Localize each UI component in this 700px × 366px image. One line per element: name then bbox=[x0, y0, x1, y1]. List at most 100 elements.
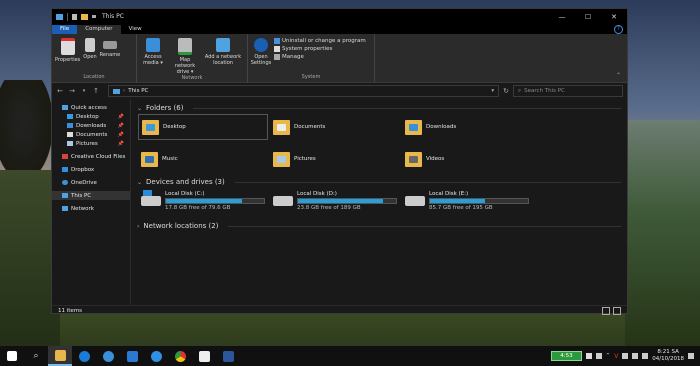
tab-file[interactable]: File bbox=[52, 25, 78, 34]
recent-locations-button[interactable]: ▾ bbox=[80, 88, 88, 94]
app-taskbar-button[interactable] bbox=[96, 346, 120, 366]
onedrive-icon bbox=[62, 180, 68, 185]
manage-button[interactable]: Manage bbox=[274, 54, 366, 60]
downloads-folder-icon bbox=[405, 119, 422, 135]
folder-qat-icon[interactable] bbox=[81, 13, 88, 20]
drive-usage-fill bbox=[430, 199, 485, 203]
nav-onedrive[interactable]: OneDrive bbox=[52, 178, 130, 187]
network-locations-section-header[interactable]: › Network locations (2) bbox=[137, 220, 621, 232]
file-explorer-icon bbox=[54, 349, 66, 361]
status-bar: 11 items bbox=[52, 305, 627, 316]
maximize-button[interactable]: ☐ bbox=[575, 9, 601, 24]
collapse-ribbon-icon[interactable]: ⌃ bbox=[616, 72, 621, 79]
document-qat-icon[interactable] bbox=[72, 13, 77, 20]
volume-icon[interactable] bbox=[642, 353, 649, 359]
drive-c[interactable]: Local Disk (C:) 17.8 GB free of 79.6 GB bbox=[138, 188, 268, 214]
file-explorer-taskbar-button[interactable] bbox=[48, 346, 72, 366]
open-settings-button[interactable]: Open Settings bbox=[251, 36, 271, 74]
explorer-body: Quick access Desktop 📌 Downloads 📌 Docum… bbox=[52, 99, 627, 305]
manage-icon bbox=[274, 54, 280, 60]
forward-button[interactable]: → bbox=[68, 87, 76, 95]
folder-desktop[interactable]: Desktop bbox=[138, 114, 268, 140]
nav-dropbox[interactable]: Dropbox bbox=[52, 165, 130, 174]
address-bar[interactable]: › This PC ▾ bbox=[108, 85, 500, 97]
section-divider bbox=[193, 107, 621, 109]
devices-section-header[interactable]: ⌄ Devices and drives (3) bbox=[137, 176, 621, 188]
tray-app-icon[interactable] bbox=[585, 353, 592, 359]
large-icons-view-icon[interactable] bbox=[613, 307, 621, 315]
details-view-icon[interactable] bbox=[602, 307, 610, 315]
nav-documents[interactable]: Documents 📌 bbox=[52, 130, 130, 139]
folder-downloads[interactable]: Downloads bbox=[402, 114, 532, 140]
nav-downloads[interactable]: Downloads 📌 bbox=[52, 121, 130, 130]
drive-usage-bar bbox=[297, 198, 397, 204]
notes-icon bbox=[198, 350, 210, 362]
chrome-taskbar-button[interactable] bbox=[168, 346, 192, 366]
back-button[interactable]: ← bbox=[56, 87, 64, 95]
drive-free-space: 17.8 GB free of 79.6 GB bbox=[165, 205, 231, 211]
nav-network[interactable]: Network bbox=[52, 204, 130, 213]
add-network-location-button[interactable]: Add a network location bbox=[204, 36, 242, 75]
notes-taskbar-button[interactable] bbox=[192, 346, 216, 366]
downloads-icon bbox=[67, 123, 73, 128]
properties-qat-icon[interactable] bbox=[56, 13, 63, 20]
rename-button[interactable]: Rename bbox=[100, 36, 120, 74]
up-button[interactable]: ↑ bbox=[92, 87, 100, 95]
show-hidden-icons[interactable]: ⌃ bbox=[606, 353, 611, 359]
map-network-drive-button[interactable]: Map network drive ▾ bbox=[169, 36, 201, 75]
desktop-icon bbox=[67, 114, 73, 119]
address-dropdown-icon[interactable]: ▾ bbox=[491, 88, 494, 94]
clock[interactable]: 8:21 SA 04/10/2018 bbox=[652, 349, 684, 363]
battery-icon[interactable] bbox=[622, 353, 629, 359]
uninstall-program-button[interactable]: Uninstall or change a program bbox=[274, 38, 366, 44]
map-network-drive-icon bbox=[178, 38, 192, 55]
folder-documents[interactable]: Documents bbox=[270, 114, 400, 140]
drive-e[interactable]: Local Disk (E:) 85.7 GB free of 195 GB bbox=[402, 188, 532, 214]
search-input[interactable]: ⌕ Search This PC bbox=[513, 85, 623, 97]
search-icon: ⌕ bbox=[518, 87, 522, 94]
word-taskbar-button[interactable] bbox=[216, 346, 240, 366]
tab-computer[interactable]: Computer bbox=[77, 25, 121, 34]
hard-drive-icon bbox=[405, 196, 425, 206]
qat-dropdown-icon[interactable] bbox=[92, 15, 96, 18]
search-button[interactable]: ⌕ bbox=[24, 346, 48, 366]
help-icon[interactable]: ? bbox=[614, 25, 623, 34]
teamviewer-taskbar-button[interactable] bbox=[72, 346, 96, 366]
nav-pictures[interactable]: Pictures 📌 bbox=[52, 139, 130, 148]
start-button[interactable] bbox=[0, 346, 24, 366]
teamviewer-icon bbox=[78, 350, 90, 362]
nav-this-pc[interactable]: This PC bbox=[52, 191, 130, 200]
tray-chat-icon[interactable] bbox=[595, 353, 602, 359]
drive-usage-fill bbox=[298, 199, 384, 203]
vc-taskbar-button[interactable] bbox=[120, 346, 144, 366]
unikey-icon[interactable]: V bbox=[614, 353, 618, 360]
chrome-icon bbox=[174, 350, 186, 362]
file-explorer-window: This PC — ☐ ✕ File Computer View ? Prope… bbox=[51, 8, 628, 316]
folder-videos[interactable]: Videos bbox=[402, 146, 532, 172]
system-properties-button[interactable]: System properties bbox=[274, 46, 366, 52]
open-button[interactable]: Open bbox=[83, 36, 97, 74]
tab-view[interactable]: View bbox=[121, 25, 150, 34]
messenger-taskbar-button[interactable] bbox=[144, 346, 168, 366]
battery-indicator[interactable]: 4:53 bbox=[551, 351, 582, 361]
folders-section-header[interactable]: ⌄ Folders (6) bbox=[137, 102, 621, 114]
network-icon[interactable] bbox=[632, 353, 639, 359]
access-media-button[interactable]: Access media ▾ bbox=[140, 36, 166, 75]
drive-free-space: 85.7 GB free of 195 GB bbox=[429, 205, 493, 211]
close-button[interactable]: ✕ bbox=[601, 9, 627, 24]
window-controls: — ☐ ✕ bbox=[549, 9, 627, 24]
nav-quick-access[interactable]: Quick access bbox=[52, 103, 130, 112]
drive-name: Local Disk (C:) bbox=[165, 191, 205, 197]
properties-button[interactable]: Properties bbox=[55, 36, 80, 74]
drive-d[interactable]: Local Disk (D:) 23.8 GB free of 189 GB bbox=[270, 188, 400, 214]
collapse-chevron-icon: ⌄ bbox=[137, 178, 143, 186]
windows-logo-icon bbox=[7, 351, 17, 361]
action-center-icon[interactable] bbox=[688, 353, 694, 359]
folder-music[interactable]: Music bbox=[138, 146, 268, 172]
nav-creative-cloud[interactable]: Creative Cloud Files bbox=[52, 152, 130, 161]
refresh-button[interactable]: ↻ bbox=[503, 87, 509, 95]
nav-desktop[interactable]: Desktop 📌 bbox=[52, 112, 130, 121]
folder-pictures[interactable]: Pictures bbox=[270, 146, 400, 172]
system-options: Uninstall or change a program System pro… bbox=[274, 36, 366, 74]
minimize-button[interactable]: — bbox=[549, 9, 575, 24]
